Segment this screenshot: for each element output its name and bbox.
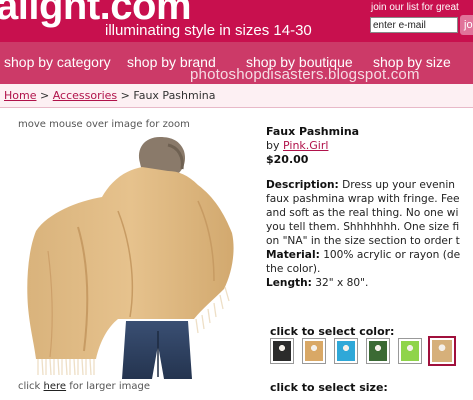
color-swatches [270,336,470,368]
breadcrumb-current: Faux Pashmina [133,89,216,102]
larger-image-prefix: click [18,381,41,392]
swatch-black-fill [273,341,291,361]
brand-link[interactable]: Pink.Girl [283,139,328,152]
newsletter-join-button[interactable]: jo [460,15,473,35]
zoom-hint: move mouse over image for zoom [18,119,190,130]
swatch-green[interactable] [366,338,390,364]
swatch-lime[interactable] [398,338,422,364]
larger-image-text: click here for larger image [18,381,150,392]
breadcrumb-separator: > [120,89,130,102]
product-description: Description: Dress up your evenin faux p… [266,178,473,290]
material-label: Material: [266,249,320,261]
site-header: allgnt.com illuminating style in sizes 1… [0,0,473,42]
watermark-text: photoshopdisasters.blogspot.com [190,66,420,83]
swatch-green-fill [369,341,387,361]
material-line: the color). [266,263,321,275]
larger-image-link[interactable]: here [44,381,67,392]
description-line: you tell them. Shhhhhhh. One size fi [266,221,460,233]
product-image[interactable] [18,131,248,379]
product-title: Faux Pashmina [266,125,360,138]
product-price: $20.00 [266,153,309,166]
color-select-label: click to select color: [270,325,395,338]
size-select-label: click to select size: [270,381,388,394]
swatch-tan-fill [432,340,452,362]
breadcrumb-separator: > [39,89,50,102]
description-line: on "NA" in the size section to order t [266,235,460,247]
newsletter-label: join our list for great [371,2,459,13]
breadcrumb: Home > Accessories > Faux Pashmina [0,84,473,108]
description-line: and soft as the real thing. No one wi [266,207,459,219]
swatch-turquoise[interactable] [334,338,358,364]
swatch-lime-fill [401,341,419,361]
product-brand-line: by Pink.Girl [266,139,473,153]
description-line: Dress up your evenin [342,179,456,191]
swatch-camel[interactable] [302,338,326,364]
swatch-camel-fill [305,341,323,361]
site-tagline: illuminating style in sizes 14-30 [105,22,312,39]
swatch-turquoise-fill [337,341,355,361]
larger-image-suffix: for larger image [69,381,150,392]
material-line: 100% acrylic or rayon (de [323,249,461,261]
swatch-tan-selected[interactable] [428,336,456,366]
breadcrumb-home-link[interactable]: Home [4,89,36,102]
length-value: 32" x 80". [315,277,369,289]
brand-by-label: by [266,139,280,152]
swatch-black[interactable] [270,338,294,364]
length-label: Length: [266,277,312,289]
product-details: Faux Pashmina by Pink.Girl $20.00 [266,125,473,167]
newsletter-email-input[interactable] [370,17,458,33]
model-wearing-wrap-illustration [27,137,234,379]
nav-shop-by-category[interactable]: shop by category [4,54,111,71]
description-line: faux pashmina wrap with fringe. Fee [266,193,460,205]
breadcrumb-accessories-link[interactable]: Accessories [53,89,117,102]
description-label: Description: [266,179,339,191]
